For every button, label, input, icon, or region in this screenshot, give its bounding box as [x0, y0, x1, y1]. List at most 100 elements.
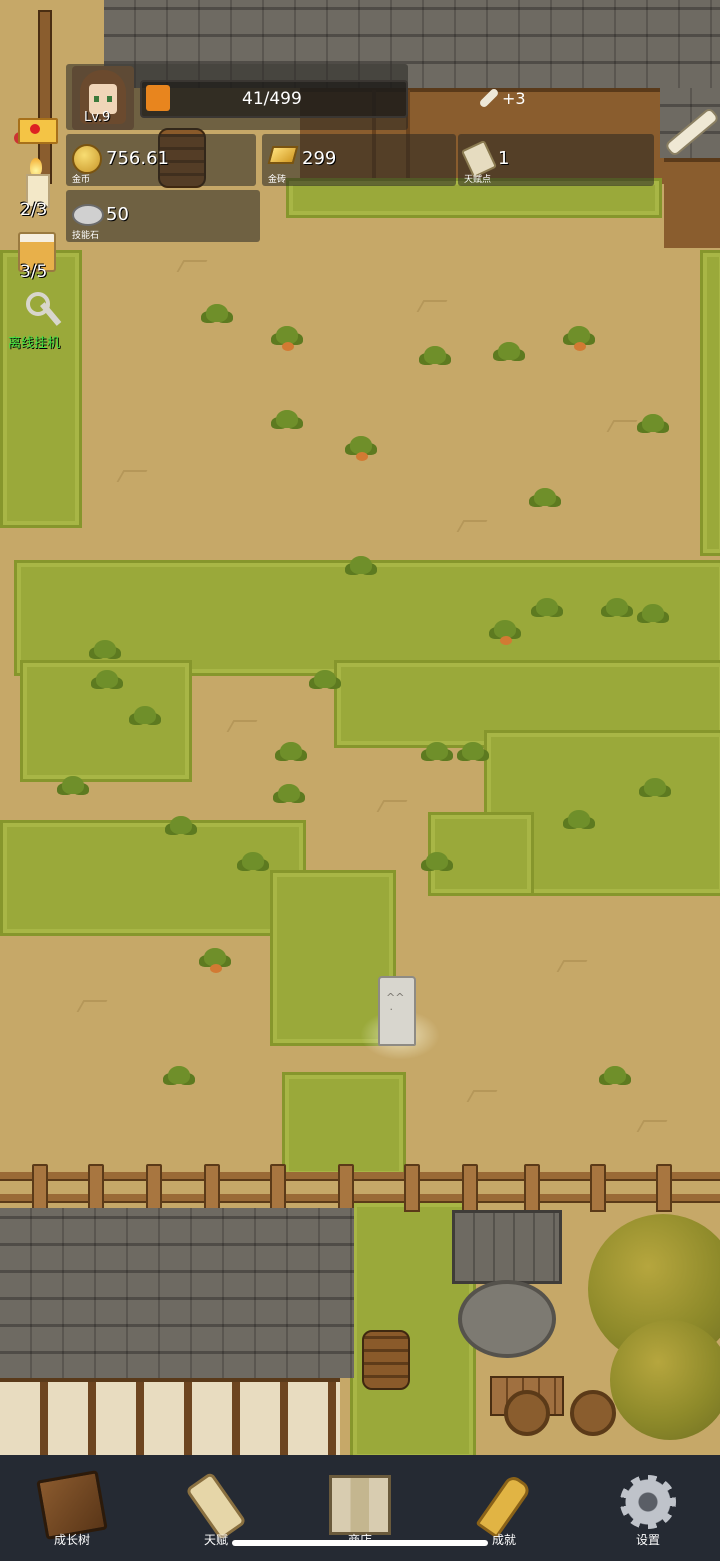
key-icon: [475, 1473, 533, 1539]
crown-button[interactable]: [14, 104, 58, 144]
sprout-plant[interactable]: [418, 342, 452, 372]
stone-icon: [72, 204, 104, 226]
xp-fill: [146, 85, 170, 111]
dirt-mark: [466, 1090, 498, 1102]
sprout-plant[interactable]: [420, 738, 454, 768]
sprout-plant[interactable]: [200, 300, 234, 330]
sprout-plant[interactable]: [528, 484, 562, 514]
gold-brick-value: 299: [302, 148, 337, 169]
sprout-plant[interactable]: [162, 1062, 196, 1092]
bone-decoration-icon: [656, 100, 720, 160]
grass-patch: [700, 250, 720, 556]
xp-bar: 41/499 +3: [140, 80, 526, 118]
sprout-plant[interactable]: [272, 780, 306, 810]
sprout-plant[interactable]: [90, 666, 124, 696]
skill-stone-counter[interactable]: 50 技能石: [66, 190, 260, 242]
carrot-plant[interactable]: [270, 322, 304, 352]
dirt-mark: [76, 1000, 108, 1012]
beer-count: 3/5: [20, 262, 48, 282]
fence-post: [590, 1164, 606, 1212]
fence-post: [146, 1164, 162, 1212]
sprout-plant[interactable]: [344, 552, 378, 582]
fence-post: [524, 1164, 540, 1212]
talent-points-value: 1: [498, 148, 510, 169]
character-face: ^^ ·: [386, 991, 405, 1016]
idle-label[interactable]: 离线挂机: [8, 332, 60, 351]
right-shed-wall: [664, 158, 720, 248]
gear-icon: [620, 1475, 676, 1529]
dirt-mark: [116, 470, 148, 482]
gold-coin-value: 756.61: [106, 148, 169, 169]
fence-post: [462, 1164, 478, 1212]
carrot-plant[interactable]: [344, 432, 378, 462]
fence-post: [404, 1164, 420, 1212]
sprout-plant[interactable]: [164, 812, 198, 842]
sprout-plant[interactable]: [636, 600, 670, 630]
dirt-mark: [226, 720, 258, 732]
sprout-plant[interactable]: [420, 848, 454, 878]
gold-brick-counter[interactable]: 299 金砖: [262, 134, 456, 186]
grass-patch: [282, 1072, 406, 1178]
crown-gem: [30, 124, 40, 134]
sprout-plant[interactable]: [492, 338, 526, 368]
carrot-plant[interactable]: [488, 616, 522, 646]
dirt-mark: [376, 800, 408, 812]
skill-stone-value: 50: [106, 204, 129, 225]
fence-post: [32, 1164, 48, 1212]
tree: [610, 1320, 720, 1440]
player-level: Lv.9: [84, 110, 111, 125]
sprout-plant[interactable]: [600, 594, 634, 624]
sprout-plant[interactable]: [636, 410, 670, 440]
skill-stone-caption: 技能石: [72, 231, 100, 241]
nav-label: 设置: [635, 1533, 660, 1547]
fence-post: [338, 1164, 354, 1212]
sprout-plant[interactable]: [274, 738, 308, 768]
sprout-plant[interactable]: [270, 406, 304, 436]
wooden-cart: [440, 1376, 616, 1436]
dirt-mark: [606, 420, 638, 432]
fence-post: [204, 1164, 220, 1212]
avatar-eye: [94, 96, 99, 102]
gold-coin-icon: [72, 144, 102, 174]
talent-points-counter[interactable]: 1 天赋点: [458, 134, 654, 186]
talent-points-caption: 天赋点: [464, 175, 492, 185]
sprout-plant[interactable]: [236, 848, 270, 878]
player-character[interactable]: ^^ ·: [378, 976, 416, 1046]
bottom-house-wall: [0, 1378, 340, 1455]
sprout-plant[interactable]: [530, 594, 564, 624]
dirt-mark: [176, 260, 208, 272]
map-icon: [329, 1475, 391, 1535]
carrot-plant[interactable]: [562, 322, 596, 352]
book-icon: [36, 1470, 108, 1540]
sprout-plant[interactable]: [598, 1062, 632, 1092]
carrot-plant[interactable]: [198, 944, 232, 974]
nav-growth-tree[interactable]: 成长树: [0, 1455, 144, 1561]
sprout-plant[interactable]: [456, 738, 490, 768]
sprout-plant[interactable]: [128, 702, 162, 732]
candle-count: 2/3: [20, 200, 48, 220]
fence-post: [656, 1164, 672, 1212]
dirt-mark: [636, 1120, 668, 1132]
sprout-plant[interactable]: [88, 636, 122, 666]
idle-key-button[interactable]: [26, 292, 62, 332]
candle-button[interactable]: [22, 158, 50, 208]
sprout-plant[interactable]: [638, 774, 672, 804]
gold-coin-counter[interactable]: 756.61 金币: [66, 134, 256, 186]
xp-text: 41/499: [242, 89, 302, 109]
sprout-plant[interactable]: [308, 666, 342, 696]
sprout-plant[interactable]: [56, 772, 90, 802]
stone-well: [458, 1280, 556, 1358]
dirt-mark: [416, 300, 448, 312]
barrel: [362, 1330, 410, 1390]
well-roof: [452, 1210, 562, 1284]
gold-coin-caption: 金币: [72, 175, 91, 185]
avatar-eye: [107, 96, 112, 102]
bottom-house-roof: [0, 1208, 354, 1378]
nav-settings[interactable]: 设置: [576, 1455, 720, 1561]
gold-bar-icon: [267, 146, 299, 164]
dirt-mark: [456, 520, 488, 532]
fence-post: [270, 1164, 286, 1212]
sprout-plant[interactable]: [562, 806, 596, 836]
home-indicator[interactable]: [232, 1540, 488, 1546]
dirt-mark: [556, 960, 588, 972]
